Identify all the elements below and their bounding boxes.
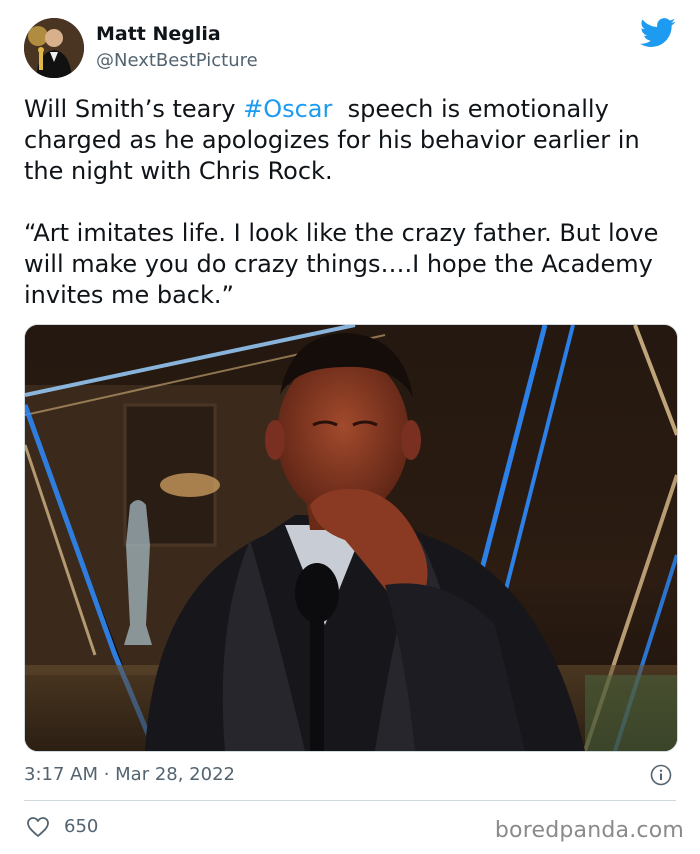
like-count[interactable]: 650 [64,816,98,837]
tweet-text-start: Will Smith’s teary [24,95,244,123]
divider [24,800,676,801]
tweet-photo[interactable] [24,324,678,752]
tweet-card: Matt Neglia @NextBestPicture Will Smith’… [0,0,700,854]
tweet-text: Will Smith’s teary #Oscar speech is emot… [24,94,684,311]
avatar[interactable] [24,18,84,78]
tweet-text-rest: speech is emotionally charged as he apol… [24,95,659,309]
twitter-bird-icon[interactable] [640,18,676,48]
info-icon[interactable] [650,764,672,786]
heart-icon[interactable] [26,816,50,838]
watermark: boredpanda.com [494,818,684,843]
author-name[interactable]: Matt Neglia [96,23,221,45]
hashtag-link[interactable]: #Oscar [243,95,332,123]
author-handle[interactable]: @NextBestPicture [96,50,258,71]
tweet-timestamp[interactable]: 3:17 AM · Mar 28, 2022 [24,764,235,785]
